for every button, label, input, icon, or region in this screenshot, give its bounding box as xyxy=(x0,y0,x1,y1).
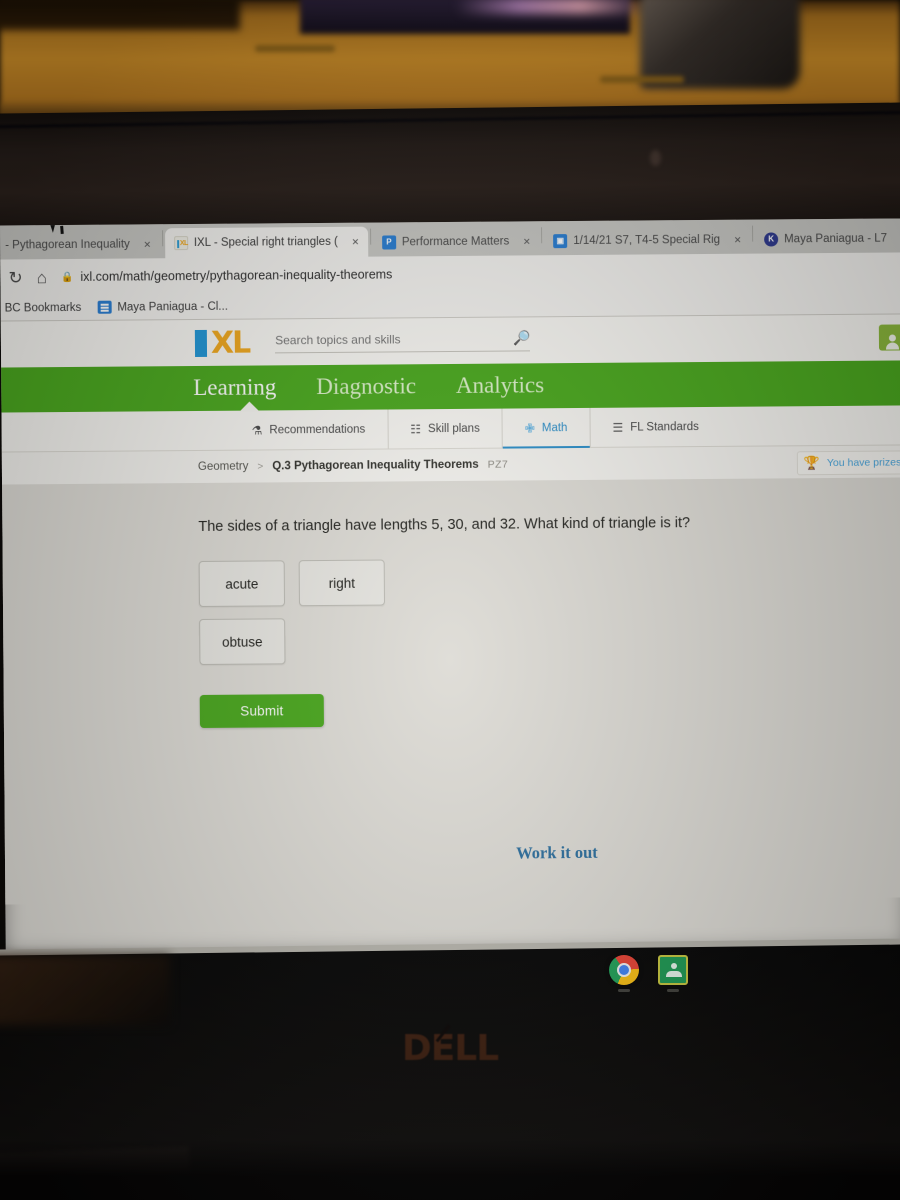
browser-tab-ixl-special-right-triangles[interactable]: IXL - Special right triangles ( × xyxy=(164,226,369,259)
chrome-icon[interactable] xyxy=(609,955,639,985)
ixl-page: XL 🔍 Learning Diagnostic Analytics ⚗ xyxy=(0,314,900,905)
kami-favicon: K xyxy=(764,231,779,247)
tab-title: - Pythagorean Inequality xyxy=(5,238,130,251)
google-classroom-icon[interactable] xyxy=(658,955,688,985)
tab-close-icon[interactable]: × xyxy=(734,232,741,246)
home-icon[interactable]: ⌂ xyxy=(37,268,47,287)
submit-button[interactable]: Submit xyxy=(199,694,324,729)
sub-nav-math[interactable]: ✙ Math xyxy=(502,407,591,448)
sub-nav-skill-plans[interactable]: ☷ Skill plans xyxy=(388,408,503,449)
dell-ll: LL xyxy=(454,1028,499,1069)
breadcrumb-category[interactable]: Geometry xyxy=(198,461,249,473)
tab-title: IXL - Special right triangles ( xyxy=(193,235,338,250)
browser-tab-performance-matters[interactable]: P Performance Matters × xyxy=(373,226,540,256)
sub-nav-label: Math xyxy=(541,421,568,434)
search-box[interactable]: 🔍 xyxy=(275,329,531,354)
nav-item-diagnostic[interactable]: Diagnostic xyxy=(316,373,416,402)
laptop-screen: - Pythagorean Inequality × IXL - Special… xyxy=(0,218,900,954)
skill-plans-icon: ☷ xyxy=(410,421,422,436)
ixl-logo[interactable]: XL xyxy=(194,325,250,361)
sub-nav-label: FL Standards xyxy=(630,420,699,434)
tab-divider xyxy=(752,225,754,242)
ixl-favicon xyxy=(173,236,188,251)
ixl-logo-xl-text: XL xyxy=(210,325,250,361)
browser-tab-strip: - Pythagorean Inequality × IXL - Special… xyxy=(0,218,900,260)
tab-divider xyxy=(161,230,163,247)
dell-brand-logo: DELL xyxy=(0,1028,900,1069)
answer-option-row: obtuse xyxy=(199,614,900,666)
drawer-handle-2 xyxy=(600,76,684,83)
taskbar-icon-label-2 xyxy=(667,989,679,992)
tab-close-icon[interactable]: × xyxy=(144,237,151,251)
breadcrumb-separator-icon: > xyxy=(257,460,264,473)
tab-title: Performance Matters xyxy=(401,235,510,248)
breadcrumb-skill-code: PZ7 xyxy=(487,458,509,471)
drawer-handle-1 xyxy=(255,45,335,52)
search-icon[interactable]: 🔍 xyxy=(513,329,531,346)
prizes-banner[interactable]: 🏆 You have prizes to xyxy=(796,450,900,476)
tab-close-icon[interactable]: × xyxy=(352,235,359,249)
sub-nav-recommendations[interactable]: ⚗ Recommendations xyxy=(229,409,389,450)
tab-divider xyxy=(369,228,371,245)
dell-d: D xyxy=(401,1028,432,1069)
breadcrumb-skill-title: Q.3 Pythagorean Inequality Theorems xyxy=(272,458,479,473)
trophy-icon: 🏆 xyxy=(803,455,820,471)
sub-nav-label: Recommendations xyxy=(269,423,366,436)
bookmark-maya-paniagua[interactable]: Maya Paniagua - Cl... xyxy=(97,300,228,314)
standards-icon: ☰ xyxy=(612,420,624,435)
bezel-speck xyxy=(650,150,661,166)
bookmark-label: BC Bookmarks xyxy=(4,301,82,315)
photo-of-laptop-screen: - Pythagorean Inequality × IXL - Special… xyxy=(0,0,900,1200)
television-glow xyxy=(455,0,645,14)
bookmark-label: Maya Paniagua - Cl... xyxy=(117,300,228,314)
room-dark-area xyxy=(0,0,240,30)
reload-icon[interactable]: ↻ xyxy=(8,268,22,287)
ixl-logo-i-bar xyxy=(194,329,208,357)
ixl-header: XL 🔍 xyxy=(0,314,900,368)
account-icon xyxy=(888,334,896,342)
browser-tab-maya-paniagua[interactable]: K Maya Paniagua - L7 xyxy=(755,223,896,253)
tab-divider xyxy=(541,227,543,244)
tab-title: Maya Paniagua - L7 xyxy=(784,232,888,245)
nav-item-learning[interactable]: Learning xyxy=(193,374,276,403)
lock-icon: 🔒 xyxy=(60,271,74,283)
ixl-sub-nav: ⚗ Recommendations ☷ Skill plans ✙ Math ☰… xyxy=(0,405,900,453)
answer-option-obtuse[interactable]: obtuse xyxy=(199,618,286,666)
prizes-label: You have prizes to xyxy=(826,456,900,470)
work-it-out-link[interactable]: Work it out xyxy=(201,841,900,867)
question-area: The sides of a triangle have lengths 5, … xyxy=(0,477,900,905)
taskbar-icon-label-1 xyxy=(618,989,630,992)
tab-close-icon[interactable]: × xyxy=(523,234,530,248)
answer-options: acute right obtuse xyxy=(198,556,900,666)
answer-option-acute[interactable]: acute xyxy=(198,560,286,608)
sub-nav-label: Skill plans xyxy=(427,422,480,435)
dell-e: E xyxy=(430,1028,456,1069)
recommendations-icon: ⚗ xyxy=(251,422,263,438)
account-avatar-button[interactable] xyxy=(878,324,900,351)
classroom-bookmark-icon xyxy=(97,300,112,314)
search-input[interactable] xyxy=(275,331,476,347)
ixl-main-nav: Learning Diagnostic Analytics xyxy=(0,360,900,413)
bottom-shadow xyxy=(0,1140,900,1200)
answer-option-row: acute right xyxy=(198,556,900,608)
browser-tab-calendar-event[interactable]: ▣ 1/14/21 S7, T4-5 Special Rig × xyxy=(544,225,750,256)
calendar-favicon: ▣ xyxy=(553,233,568,248)
bookmark-bc-bookmarks[interactable]: BC Bookmarks xyxy=(5,301,82,314)
sub-nav-fl-standards[interactable]: ☰ FL Standards xyxy=(590,407,721,447)
address-bar[interactable]: 🔒 ixl.com/math/geometry/pythagorean-ineq… xyxy=(60,267,393,284)
url-text: ixl.com/math/geometry/pythagorean-inequa… xyxy=(80,267,393,284)
nav-item-analytics[interactable]: Analytics xyxy=(456,372,544,401)
browser-tab-pythagorean[interactable]: - Pythagorean Inequality × xyxy=(0,229,160,259)
question-text: The sides of a triangle have lengths 5, … xyxy=(198,515,691,535)
answer-option-right[interactable]: right xyxy=(298,559,386,607)
math-icon: ✙ xyxy=(524,420,535,435)
taskbar xyxy=(0,952,900,1004)
tab-title: 1/14/21 S7, T4-5 Special Rig xyxy=(573,233,721,247)
performance-matters-favicon: P xyxy=(381,234,396,250)
